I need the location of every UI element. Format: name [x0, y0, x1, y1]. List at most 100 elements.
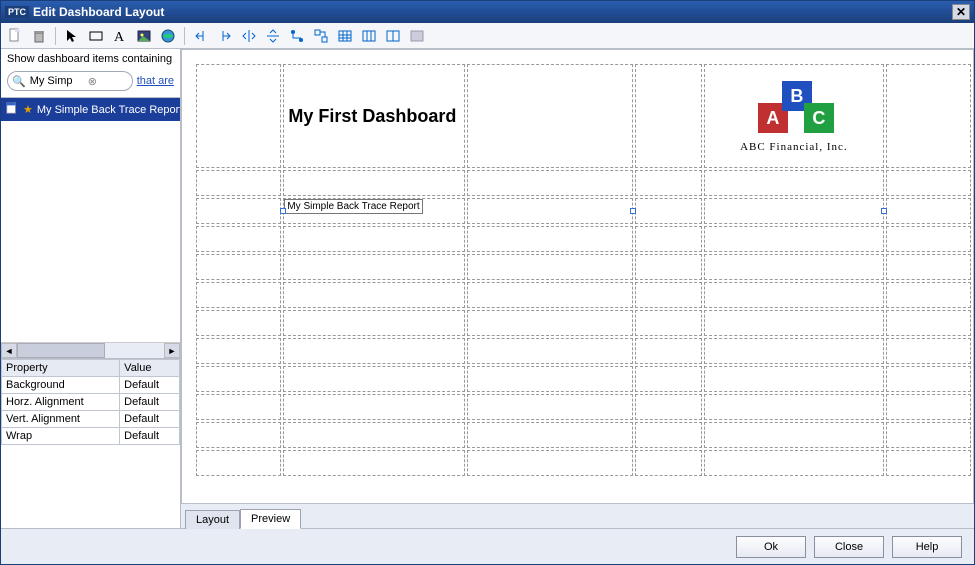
grid-cell[interactable] — [635, 64, 703, 168]
grid-cell[interactable] — [886, 422, 971, 448]
layout-canvas[interactable]: My First Dashboard A B C — [181, 49, 974, 504]
prop-row[interactable]: Vert. AlignmentDefault — [2, 411, 180, 428]
tree-hscroll[interactable]: ◄ ► — [1, 342, 180, 358]
search-box[interactable]: 🔍 ⊗ — [7, 71, 133, 91]
grid-cell[interactable] — [283, 310, 465, 336]
close-button[interactable]: Close — [814, 536, 884, 558]
scroll-left-icon[interactable]: ◄ — [1, 343, 17, 358]
grid-cell[interactable] — [196, 422, 281, 448]
grid-cell[interactable] — [886, 64, 971, 168]
tab-layout[interactable]: Layout — [185, 510, 240, 529]
split-h-icon[interactable] — [239, 26, 259, 46]
prop-row[interactable]: BackgroundDefault — [2, 377, 180, 394]
grid-cell[interactable] — [196, 338, 281, 364]
grid-cell[interactable] — [467, 450, 632, 476]
resize-handle-w[interactable] — [280, 208, 286, 214]
rect-icon[interactable] — [86, 26, 106, 46]
grid-cell[interactable] — [467, 394, 632, 420]
grid-cell[interactable] — [283, 170, 465, 196]
grid-cell[interactable] — [886, 254, 971, 280]
grid-cell[interactable] — [635, 366, 703, 392]
node-icon[interactable] — [287, 26, 307, 46]
grid-cell[interactable] — [635, 170, 703, 196]
grid-cell[interactable] — [886, 338, 971, 364]
grid-cell[interactable] — [467, 282, 632, 308]
clear-search-icon[interactable]: ⊗ — [88, 75, 97, 88]
grid-cell[interactable] — [467, 338, 632, 364]
grid-cell[interactable] — [283, 338, 465, 364]
grid-cell[interactable] — [196, 394, 281, 420]
grid3-icon[interactable] — [359, 26, 379, 46]
grid-cell-selected[interactable]: My Simple Back Trace Report — [283, 198, 465, 224]
grid-cell[interactable] — [467, 64, 632, 168]
grid-cell[interactable] — [704, 394, 884, 420]
grid-cell[interactable] — [635, 282, 703, 308]
grid-cell-title[interactable]: My First Dashboard — [283, 64, 465, 168]
grid-cell[interactable] — [467, 226, 632, 252]
resize-handle-m[interactable] — [630, 208, 636, 214]
grid-cell[interactable] — [635, 198, 703, 224]
text-icon[interactable]: A — [110, 26, 130, 46]
grid-cell[interactable] — [196, 282, 281, 308]
tree-item[interactable]: ★ My Simple Back Trace Report — [1, 98, 180, 121]
globe-icon[interactable] — [158, 26, 178, 46]
grid-cell[interactable] — [467, 310, 632, 336]
scroll-right-icon[interactable]: ► — [164, 343, 180, 358]
grid-cell[interactable] — [704, 338, 884, 364]
grid-cell[interactable] — [635, 450, 703, 476]
items-tree[interactable]: ★ My Simple Back Trace Report — [1, 97, 180, 342]
grid-cell[interactable] — [467, 198, 632, 224]
grid-cell[interactable] — [467, 254, 632, 280]
grid-cell[interactable] — [196, 64, 281, 168]
grid-cell[interactable] — [704, 198, 884, 224]
grid-cell[interactable] — [196, 254, 281, 280]
grid-cell[interactable] — [704, 226, 884, 252]
merge-left-icon[interactable] — [191, 26, 211, 46]
grid-cell[interactable] — [886, 394, 971, 420]
grid-cell[interactable] — [704, 310, 884, 336]
grid-cell[interactable] — [704, 422, 884, 448]
grid-cell[interactable] — [704, 170, 884, 196]
search-input[interactable] — [28, 74, 88, 88]
grid-cell[interactable] — [467, 422, 632, 448]
window-close-button[interactable]: ✕ — [952, 4, 970, 20]
grid-cell[interactable] — [283, 422, 465, 448]
prop-row[interactable]: WrapDefault — [2, 428, 180, 445]
grid-cell[interactable] — [196, 198, 281, 224]
pointer-icon[interactable] — [62, 26, 82, 46]
delete-icon[interactable] — [29, 26, 49, 46]
grid-cell[interactable] — [283, 254, 465, 280]
fill-icon[interactable] — [407, 26, 427, 46]
grid-cell[interactable] — [886, 226, 971, 252]
grid-cell[interactable] — [196, 170, 281, 196]
table-icon[interactable] — [335, 26, 355, 46]
tab-preview[interactable]: Preview — [240, 509, 301, 529]
grid2-icon[interactable] — [383, 26, 403, 46]
help-button[interactable]: Help — [892, 536, 962, 558]
grid-cell[interactable] — [886, 170, 971, 196]
grid-cell[interactable] — [886, 450, 971, 476]
grid-cell[interactable] — [196, 310, 281, 336]
grid-cell[interactable] — [283, 366, 465, 392]
image-icon[interactable] — [134, 26, 154, 46]
grid-cell[interactable] — [886, 198, 971, 224]
grid-cell[interactable] — [635, 254, 703, 280]
grid-cell[interactable] — [704, 366, 884, 392]
ok-button[interactable]: Ok — [736, 536, 806, 558]
grid-cell[interactable] — [886, 366, 971, 392]
grid-cell-logo[interactable]: A B C ABC Financial, Inc. — [704, 64, 884, 168]
grid-cell[interactable] — [283, 394, 465, 420]
grid-cell[interactable] — [196, 366, 281, 392]
new-doc-icon[interactable] — [5, 26, 25, 46]
prop-row[interactable]: Horz. AlignmentDefault — [2, 394, 180, 411]
grid-cell[interactable] — [635, 422, 703, 448]
grid-cell[interactable] — [283, 226, 465, 252]
grid-cell[interactable] — [196, 226, 281, 252]
dashboard-grid[interactable]: My First Dashboard A B C — [194, 62, 973, 478]
grid-cell[interactable] — [704, 282, 884, 308]
resize-handle-e[interactable] — [881, 208, 887, 214]
grid-cell[interactable] — [635, 338, 703, 364]
grid-cell[interactable] — [635, 394, 703, 420]
grid-cell[interactable] — [886, 282, 971, 308]
group-icon[interactable] — [311, 26, 331, 46]
